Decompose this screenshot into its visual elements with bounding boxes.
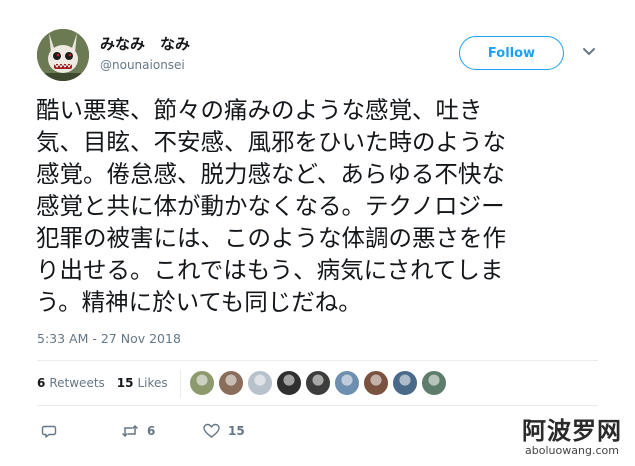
reply-button[interactable]	[41, 423, 57, 439]
like-button[interactable]: 15	[203, 423, 245, 439]
retweet-icon	[121, 424, 139, 438]
author-display-name[interactable]: みなみ なみ	[100, 33, 190, 54]
retweets-count: 6	[37, 376, 46, 390]
liker-avatar[interactable]	[305, 370, 331, 396]
reply-icon	[41, 425, 57, 438]
liker-avatar[interactable]	[421, 370, 447, 396]
tweet-text-line: 感覚と共に体が動かなくなる。テクノロジー	[36, 192, 505, 220]
liker-avatar[interactable]	[218, 370, 244, 396]
tweet-timestamp[interactable]: 5:33 AM - 27 Nov 2018	[37, 331, 181, 346]
tweet-stats: 6 Retweets 15 Likes	[37, 374, 180, 392]
retweets-stat[interactable]: 6 Retweets	[37, 376, 105, 390]
stats-divider	[180, 370, 181, 398]
like-count: 15	[228, 424, 245, 438]
author-handle[interactable]: @nounaionsei	[100, 58, 185, 72]
site-watermark: 阿波罗网 aboluowang.com	[512, 418, 632, 457]
tweet-text: 酷い悪寒、節々の痛みのような感覚、吐き 気、目眩、不安感、風邪をひいた時のような…	[36, 94, 596, 318]
likes-label: Likes	[137, 376, 168, 390]
author-avatar[interactable]	[37, 29, 89, 81]
tweet-text-line: 気、目眩、不安感、風邪をひいた時のような	[36, 128, 506, 156]
avatar-rabbit-creature-icon	[37, 29, 89, 81]
retweets-label: Retweets	[49, 376, 105, 390]
likes-count: 15	[116, 376, 134, 390]
chevron-down-icon[interactable]	[582, 47, 596, 57]
follow-button[interactable]: Follow	[459, 36, 564, 70]
liker-avatar[interactable]	[247, 370, 273, 396]
retweet-button[interactable]: 6	[121, 423, 155, 439]
heart-icon	[203, 423, 220, 438]
tweet-text-line: 感覚。倦怠感、脱力感など、あらゆる不快な	[36, 160, 505, 188]
tweet-text-line: う。精神に於いても同じだね。	[36, 288, 362, 316]
liker-avatar[interactable]	[334, 370, 360, 396]
liker-avatar[interactable]	[392, 370, 418, 396]
tweet-text-line: 犯罪の被害には、このような体調の悪さを作	[36, 224, 506, 252]
tweet-text-line: 酷い悪寒、節々の痛みのような感覚、吐き	[36, 96, 483, 124]
watermark-url: aboluowang.com	[525, 444, 619, 457]
retweet-count: 6	[147, 424, 156, 438]
liker-avatar[interactable]	[363, 370, 389, 396]
liker-avatar[interactable]	[189, 370, 215, 396]
watermark-chinese: 阿波罗网	[522, 417, 622, 445]
likes-stat[interactable]: 15 Likes	[117, 376, 168, 390]
divider	[37, 405, 598, 406]
tweet-text-line: り出せる。これではもう、病気にされてしま	[36, 256, 504, 284]
divider	[37, 360, 598, 361]
liker-avatar[interactable]	[276, 370, 302, 396]
